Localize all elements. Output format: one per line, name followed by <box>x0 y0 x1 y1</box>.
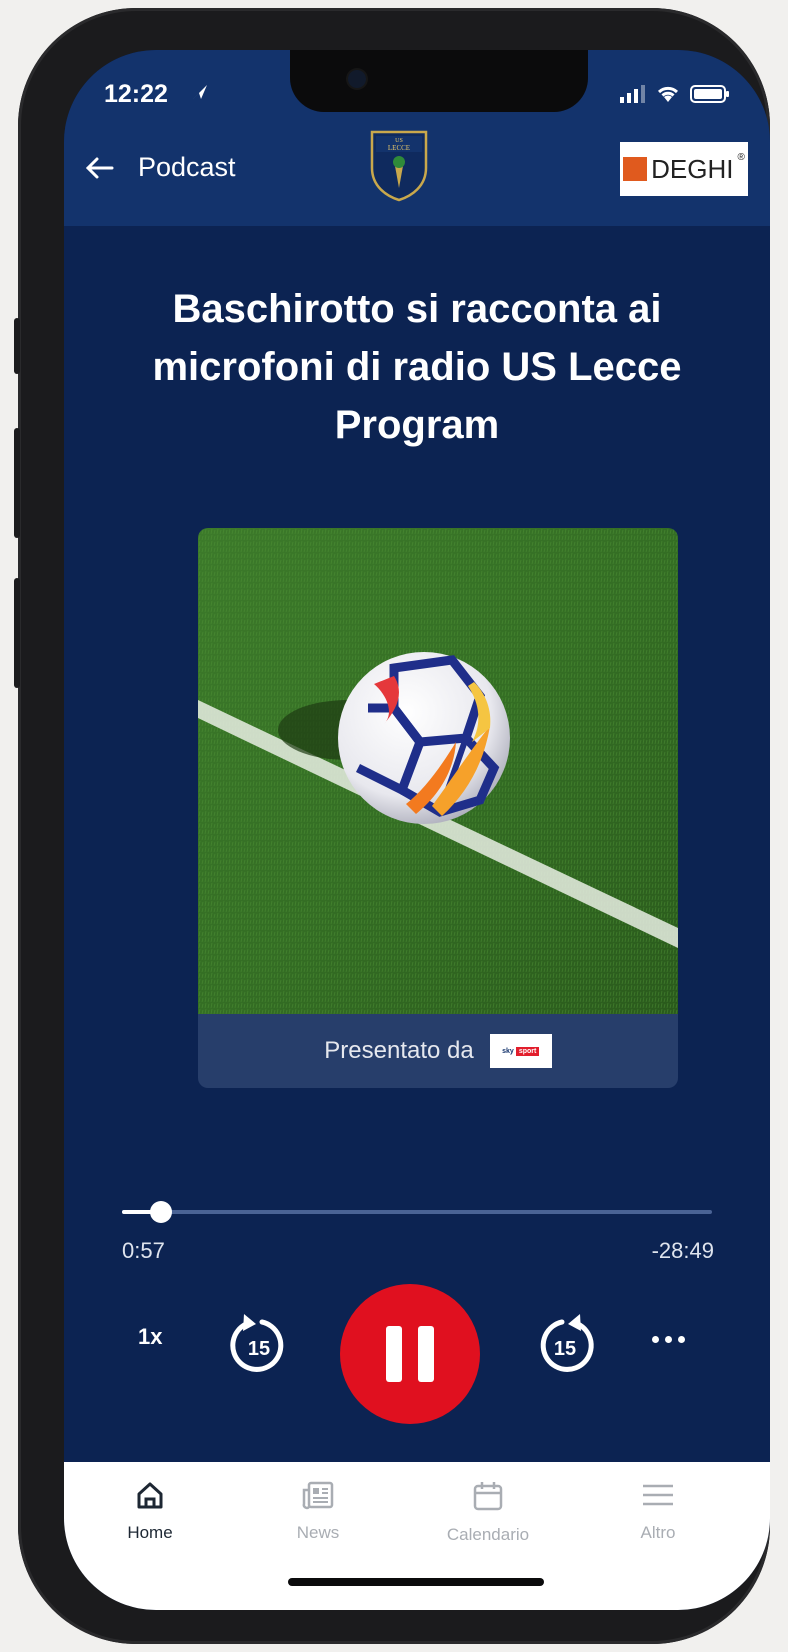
playback-speed-button[interactable]: 1x <box>138 1324 162 1350</box>
presented-by-label: Presentato da <box>324 1037 474 1064</box>
sponsor-name: DEGHI <box>651 153 734 184</box>
app-screen: 12:22 Podcast US LECCE DEGHI ® Baschirot… <box>64 50 770 1610</box>
tab-altro[interactable]: Altro <box>588 1480 728 1543</box>
tab-home[interactable]: Home <box>80 1480 220 1543</box>
home-icon <box>137 1482 163 1509</box>
front-camera <box>348 70 366 88</box>
skip-forward-15-icon: 15 <box>540 1314 594 1372</box>
skip-forward-seconds: 15 <box>554 1338 576 1360</box>
bottom-tab-bar: Home News Calendario Altro <box>64 1462 770 1610</box>
back-label: Podcast <box>138 152 236 182</box>
tab-news-label: News <box>296 1523 340 1542</box>
sponsor-logo: DEGHI ® <box>620 142 748 196</box>
sky-sport-logo: sky sport <box>489 1034 552 1068</box>
elapsed-time: 0:57 <box>122 1238 165 1263</box>
status-time: 12:22 <box>104 80 168 108</box>
status-icons <box>620 84 730 104</box>
tab-altro-label: Altro <box>640 1523 676 1542</box>
battery-icon <box>690 85 729 103</box>
remaining-time: -28:49 <box>651 1238 714 1263</box>
news-icon <box>302 1481 334 1510</box>
calendar-icon <box>473 1482 503 1511</box>
progress-slider[interactable] <box>122 1201 712 1223</box>
pause-icon <box>386 1326 402 1382</box>
more-dots-icon <box>652 1336 659 1343</box>
club-crest-logo: US LECCE <box>370 130 428 202</box>
back-arrow-icon <box>85 157 114 178</box>
pause-button[interactable] <box>340 1284 480 1424</box>
episode-title: Baschirotto si racconta ai microfoni di … <box>152 287 682 447</box>
tab-news[interactable]: News <box>248 1480 388 1543</box>
back-button[interactable]: Podcast <box>84 152 236 183</box>
progress-knob[interactable] <box>149 1201 172 1223</box>
tab-calendario-label: Calendario <box>446 1525 530 1544</box>
skip-back-button[interactable]: 15 <box>226 1310 290 1379</box>
phone-frame: 12:22 Podcast US LECCE DEGHI ® Baschirot… <box>14 8 770 1644</box>
signal-icon <box>620 85 645 103</box>
tab-home-label: Home <box>127 1523 173 1542</box>
menu-icon <box>643 1484 673 1506</box>
episode-artwork <box>198 528 678 1014</box>
notch <box>290 50 588 112</box>
sponsor-mark-icon <box>623 157 648 181</box>
svg-text:LECCE: LECCE <box>388 144 410 152</box>
skip-back-15-icon: 15 <box>230 1314 284 1372</box>
wifi-icon <box>657 86 679 102</box>
location-arrow-icon <box>193 85 207 99</box>
skip-forward-button[interactable]: 15 <box>534 1310 598 1379</box>
home-indicator <box>288 1578 544 1586</box>
tab-calendario[interactable]: Calendario <box>418 1480 558 1545</box>
presented-by-bar: Presentato da sky sport <box>198 1014 678 1088</box>
skip-back-seconds: 15 <box>248 1338 270 1360</box>
more-options-button[interactable] <box>652 1336 685 1343</box>
